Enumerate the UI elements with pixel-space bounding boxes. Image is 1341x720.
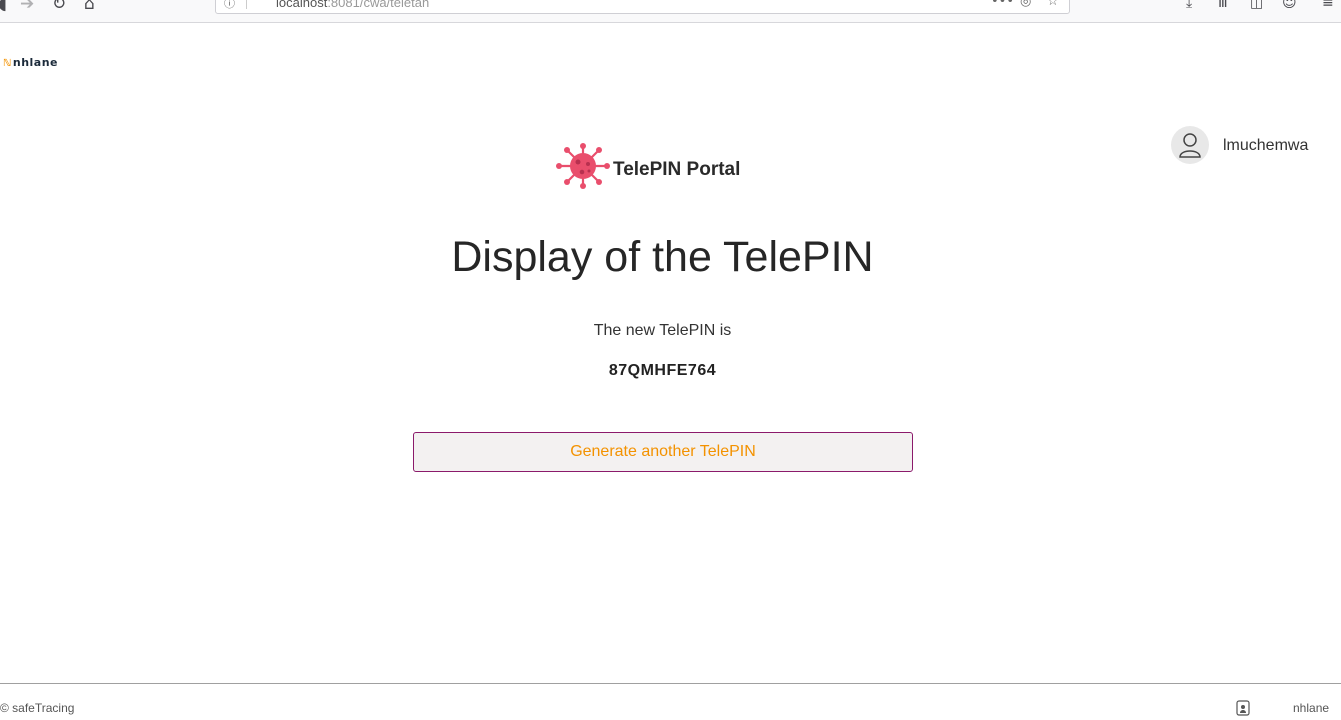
downloads-icon[interactable]: ⤓ (1186, 0, 1192, 11)
copyright-text: © safeTracing (0, 701, 75, 715)
sidebar-icon[interactable]: ◫ (1250, 0, 1263, 11)
library-icon[interactable]: Ⅲ (1218, 0, 1228, 11)
pocket-icon[interactable]: ◎ (1020, 0, 1031, 9)
footer: © safeTracing nhlane (0, 683, 1341, 720)
menu-icon[interactable]: ≡ (1322, 0, 1334, 11)
browser-toolbar: ◖ ➔ ↻ ⌂ ⓘ localhost:8081/cwa/teletan •••… (0, 0, 1341, 23)
info-icon[interactable]: ⓘ (224, 0, 235, 11)
bookmark-star-icon[interactable]: ☆ (1047, 0, 1059, 9)
address-bar[interactable]: ⓘ localhost:8081/cwa/teletan ••• ◎ ☆ (215, 0, 1070, 14)
brand-logo[interactable]: ℕnhlane (3, 56, 58, 69)
url-separator (246, 0, 247, 9)
home-icon[interactable]: ⌂ (84, 0, 95, 14)
user-icon (1179, 133, 1201, 158)
back-arrow-icon[interactable]: ◖ (0, 0, 7, 14)
account-icon[interactable]: ☺ (1282, 0, 1297, 11)
avatar[interactable] (1171, 126, 1209, 164)
generate-telepin-button[interactable]: Generate another TelePIN (413, 432, 913, 472)
page-title: Display of the TelePIN (451, 233, 874, 281)
portal-title: TelePIN Portal (613, 159, 741, 180)
user-name[interactable]: lmuchemwa (1223, 137, 1308, 155)
shield-icon[interactable] (1236, 700, 1250, 716)
pin-caption: The new TelePIN is (593, 322, 732, 339)
telepin-value: 87QMHFE764 (608, 362, 717, 379)
brand-mark-icon: ℕ (3, 58, 12, 69)
page-actions-icon[interactable]: ••• (991, 0, 1014, 9)
virus-icon (556, 143, 610, 189)
forward-arrow-icon[interactable]: ➔ (20, 0, 34, 14)
footer-brand[interactable]: nhlane (1293, 701, 1329, 715)
url-text[interactable]: localhost:8081/cwa/teletan (276, 0, 429, 10)
reload-icon[interactable]: ↻ (52, 0, 66, 14)
